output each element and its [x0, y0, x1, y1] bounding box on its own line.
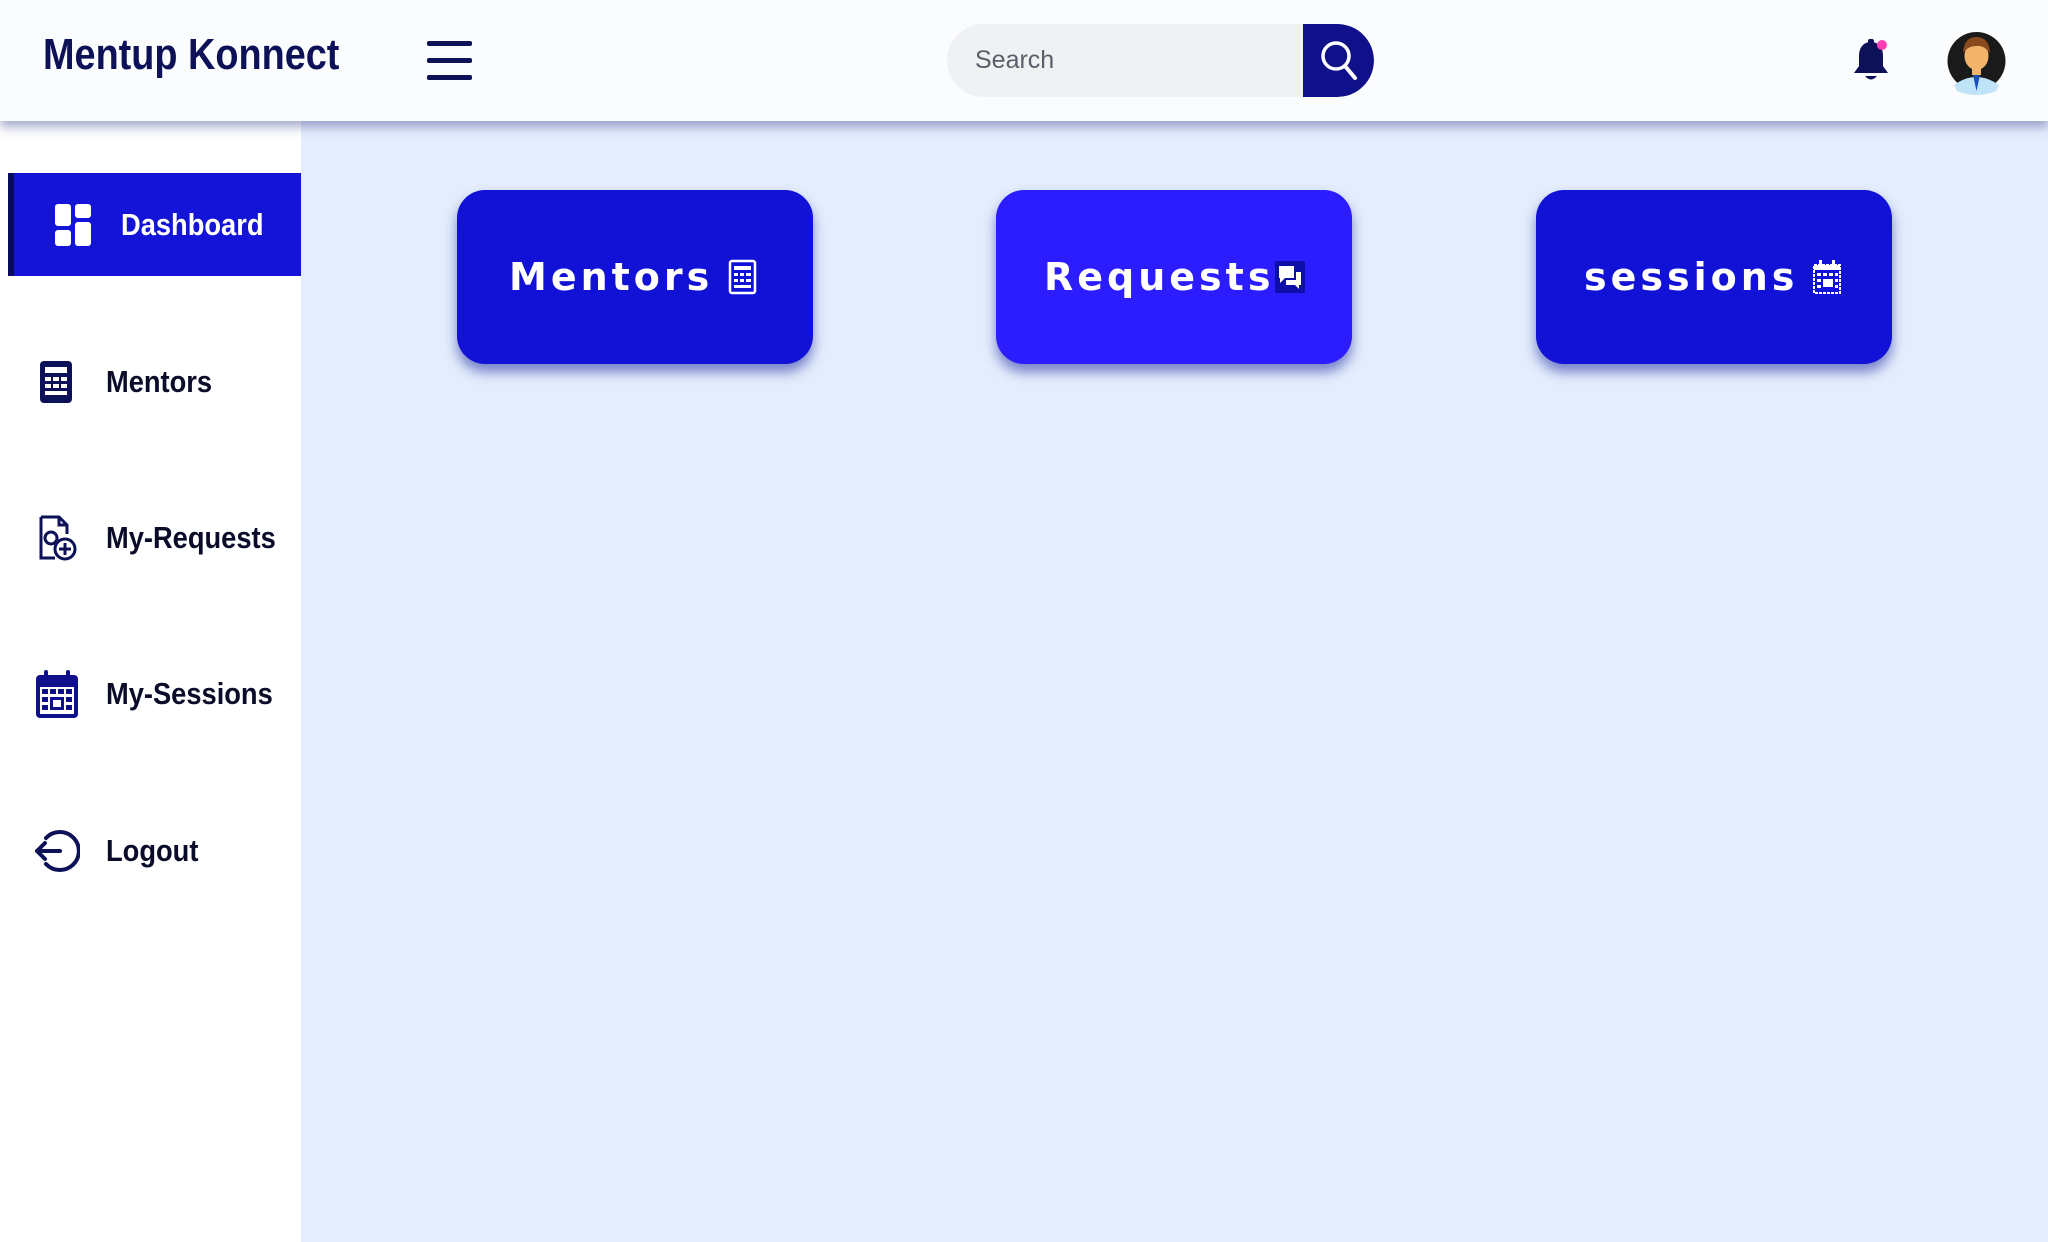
hamburger-line	[427, 58, 472, 63]
card-label: Mentors	[509, 255, 714, 299]
sidebar-item-label: My-Requests	[106, 519, 276, 555]
calendar-icon	[34, 669, 80, 718]
search-button[interactable]	[1303, 24, 1374, 97]
dashboard-icon	[50, 202, 96, 248]
sidebar: Dashboard Mentors My-Requests My-Session…	[0, 121, 301, 1242]
bell-icon	[1854, 39, 1888, 80]
document-icon	[727, 259, 759, 295]
card-mentors[interactable]: Mentors	[457, 190, 813, 364]
sidebar-item-dashboard[interactable]: Dashboard	[8, 173, 301, 276]
search-input[interactable]	[947, 24, 1303, 97]
sidebar-item-label: Dashboard	[121, 206, 264, 242]
sidebar-item-my-sessions[interactable]: My-Sessions	[8, 642, 301, 745]
notification-dot	[1877, 40, 1887, 50]
search-icon	[1320, 40, 1357, 80]
app-title: Mentup Konnect	[43, 30, 340, 79]
hamburger-line	[427, 41, 472, 46]
avatar-icon	[1947, 32, 2006, 95]
top-header: Mentup Konnect	[0, 0, 2048, 121]
calendar-icon	[1811, 259, 1843, 295]
card-label: sessions	[1584, 255, 1799, 299]
sidebar-item-my-requests[interactable]: My-Requests	[8, 486, 301, 589]
menu-toggle-button[interactable]	[427, 41, 472, 81]
hamburger-line	[427, 75, 472, 80]
card-requests[interactable]: Requests	[996, 190, 1352, 364]
request-file-icon	[34, 515, 80, 561]
card-sessions[interactable]: sessions	[1536, 190, 1892, 364]
sidebar-item-label: My-Sessions	[106, 675, 273, 711]
sidebar-item-label: Mentors	[106, 363, 213, 399]
notifications-button[interactable]	[1851, 38, 1891, 84]
logout-icon	[34, 828, 80, 874]
chat-icon	[1274, 259, 1306, 295]
card-label: Requests	[1044, 255, 1275, 299]
sidebar-item-label: Logout	[106, 832, 199, 868]
sidebar-item-mentors[interactable]: Mentors	[8, 330, 301, 433]
search-bar	[947, 24, 1374, 97]
document-icon	[34, 359, 80, 405]
sidebar-item-logout[interactable]: Logout	[8, 799, 301, 902]
user-avatar[interactable]	[1946, 25, 2007, 97]
